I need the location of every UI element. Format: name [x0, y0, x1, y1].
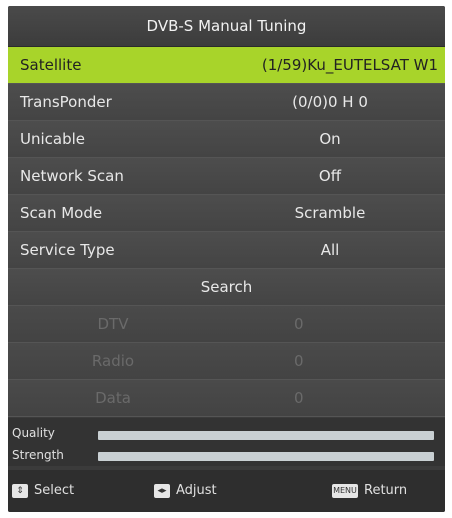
transponder-label: TransPonder [20, 93, 112, 111]
strength-label: Strength [12, 448, 64, 462]
network-scan-value: Off [318, 167, 342, 185]
service-type-value: All [320, 241, 340, 259]
row-satellite[interactable]: Satellite (1/59)Ku_EUTELSAT W1 [8, 47, 445, 84]
scan-mode-label: Scan Mode [20, 204, 103, 222]
row-transponder[interactable]: TransPonder (0/0)0 H 0 [8, 84, 445, 121]
select-label: Select [34, 483, 75, 498]
dtv-label: DTV [97, 315, 129, 333]
radio-label: Radio [91, 352, 135, 370]
adjust-hint: ◂▸ Adjust [154, 483, 217, 498]
row-service-type[interactable]: Service Type All [8, 232, 445, 269]
transponder-value: (0/0)0 H 0 [292, 93, 368, 111]
strength-bar [98, 452, 434, 461]
quality-bar [98, 431, 434, 440]
left-right-key-icon: ◂▸ [154, 483, 170, 498]
data-count: 0 [294, 389, 304, 407]
network-scan-label: Network Scan [20, 167, 124, 185]
satellite-value: (1/59)Ku_EUTELSAT W1 [261, 56, 438, 74]
row-network-scan[interactable]: Network Scan Off [8, 158, 445, 195]
row-scan-mode[interactable]: Scan Mode Scramble [8, 195, 445, 232]
radio-count: 0 [294, 352, 304, 370]
return-hint: MENU Return [332, 483, 407, 498]
data-label: Data [95, 389, 131, 407]
page-title: DVB-S Manual Tuning [8, 6, 445, 47]
search-button[interactable]: Search [8, 269, 445, 306]
adjust-label: Adjust [176, 483, 217, 498]
satellite-label: Satellite [20, 56, 82, 74]
dtv-count: 0 [294, 315, 304, 333]
footer-hints: ⇕ Select ◂▸ Adjust MENU Return [8, 470, 445, 512]
manual-tuning-panel: DVB-S Manual Tuning Satellite (1/59)Ku_E… [8, 6, 445, 512]
unicable-value: On [319, 130, 341, 148]
return-label: Return [364, 483, 408, 498]
scan-mode-value: Scramble [294, 204, 366, 222]
result-row-radio: Radio 0 [8, 343, 445, 380]
row-unicable[interactable]: Unicable On [8, 121, 445, 158]
unicable-label: Unicable [20, 130, 86, 148]
result-row-data: Data 0 [8, 380, 445, 417]
up-down-key-icon: ⇕ [12, 483, 28, 498]
signal-meters: Quality Strength [8, 418, 445, 466]
result-row-dtv: DTV 0 [8, 306, 445, 343]
service-type-label: Service Type [20, 241, 115, 259]
menu-key-icon: MENU [332, 483, 358, 498]
select-hint: ⇕ Select [12, 483, 74, 498]
quality-label: Quality [12, 426, 55, 440]
